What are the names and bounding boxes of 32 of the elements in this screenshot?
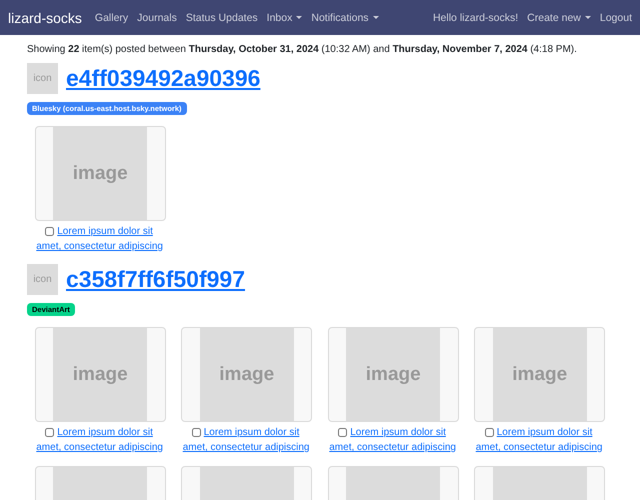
image-placeholder: image: [53, 127, 148, 220]
user-link[interactable]: c358f7ff6f50f997: [66, 266, 246, 293]
caret-icon: [296, 16, 302, 19]
nav-link[interactable]: Logout: [600, 12, 632, 24]
nav-link[interactable]: Gallery: [94, 12, 128, 24]
nav-link[interactable]: Journals: [137, 12, 177, 24]
dropdown-menu[interactable]: Inbox: [266, 12, 302, 24]
caret-icon: [584, 16, 591, 19]
select-checkbox[interactable]: [45, 428, 54, 437]
dropdown-menu[interactable]: Notifications: [311, 12, 379, 24]
item-link[interactable]: Lorem ipsum dolor sit amet, consectetur adipiscing: [33, 425, 168, 455]
item-link[interactable]: Lorem ipsum dolor sit amet, consectetur adipiscing: [326, 425, 460, 455]
image-placeholder: image: [200, 328, 294, 421]
item-link[interactable]: Lorem ipsum dolor sit amet, consectetur adipiscing: [472, 425, 607, 455]
placeholder-label: icon: [33, 73, 52, 84]
brand-link[interactable]: lizard-socks: [8, 10, 82, 26]
user-link[interactable]: e4ff039492a90396: [66, 65, 260, 92]
summary-text: Showing 22 item(s) posted between Thursday, October 31, 2024 (10:32 AM) and Thursday, November 7, 2024 (4:18 PM).: [27, 44, 578, 55]
image-placeholder: image: [346, 328, 440, 421]
caret-icon: [372, 16, 379, 19]
image-placeholder: image: [53, 328, 148, 421]
select-checkbox[interactable]: [338, 428, 348, 437]
dropdown-menu[interactable]: Create new: [527, 12, 591, 24]
nav-link[interactable]: Status Updates: [186, 12, 258, 24]
image-placeholder: image: [492, 328, 587, 421]
item-link[interactable]: Lorem ipsum dolor sit amet, consectetur adipiscing: [180, 425, 314, 455]
nav-link[interactable]: Hello lizard-socks!: [432, 12, 518, 24]
select-checkbox[interactable]: [484, 428, 494, 437]
placeholder-label: icon: [33, 274, 52, 285]
select-checkbox[interactable]: [192, 428, 201, 437]
select-checkbox[interactable]: [45, 227, 54, 236]
item-link[interactable]: Lorem ipsum dolor sit amet, consectetur adipiscing: [33, 224, 168, 254]
